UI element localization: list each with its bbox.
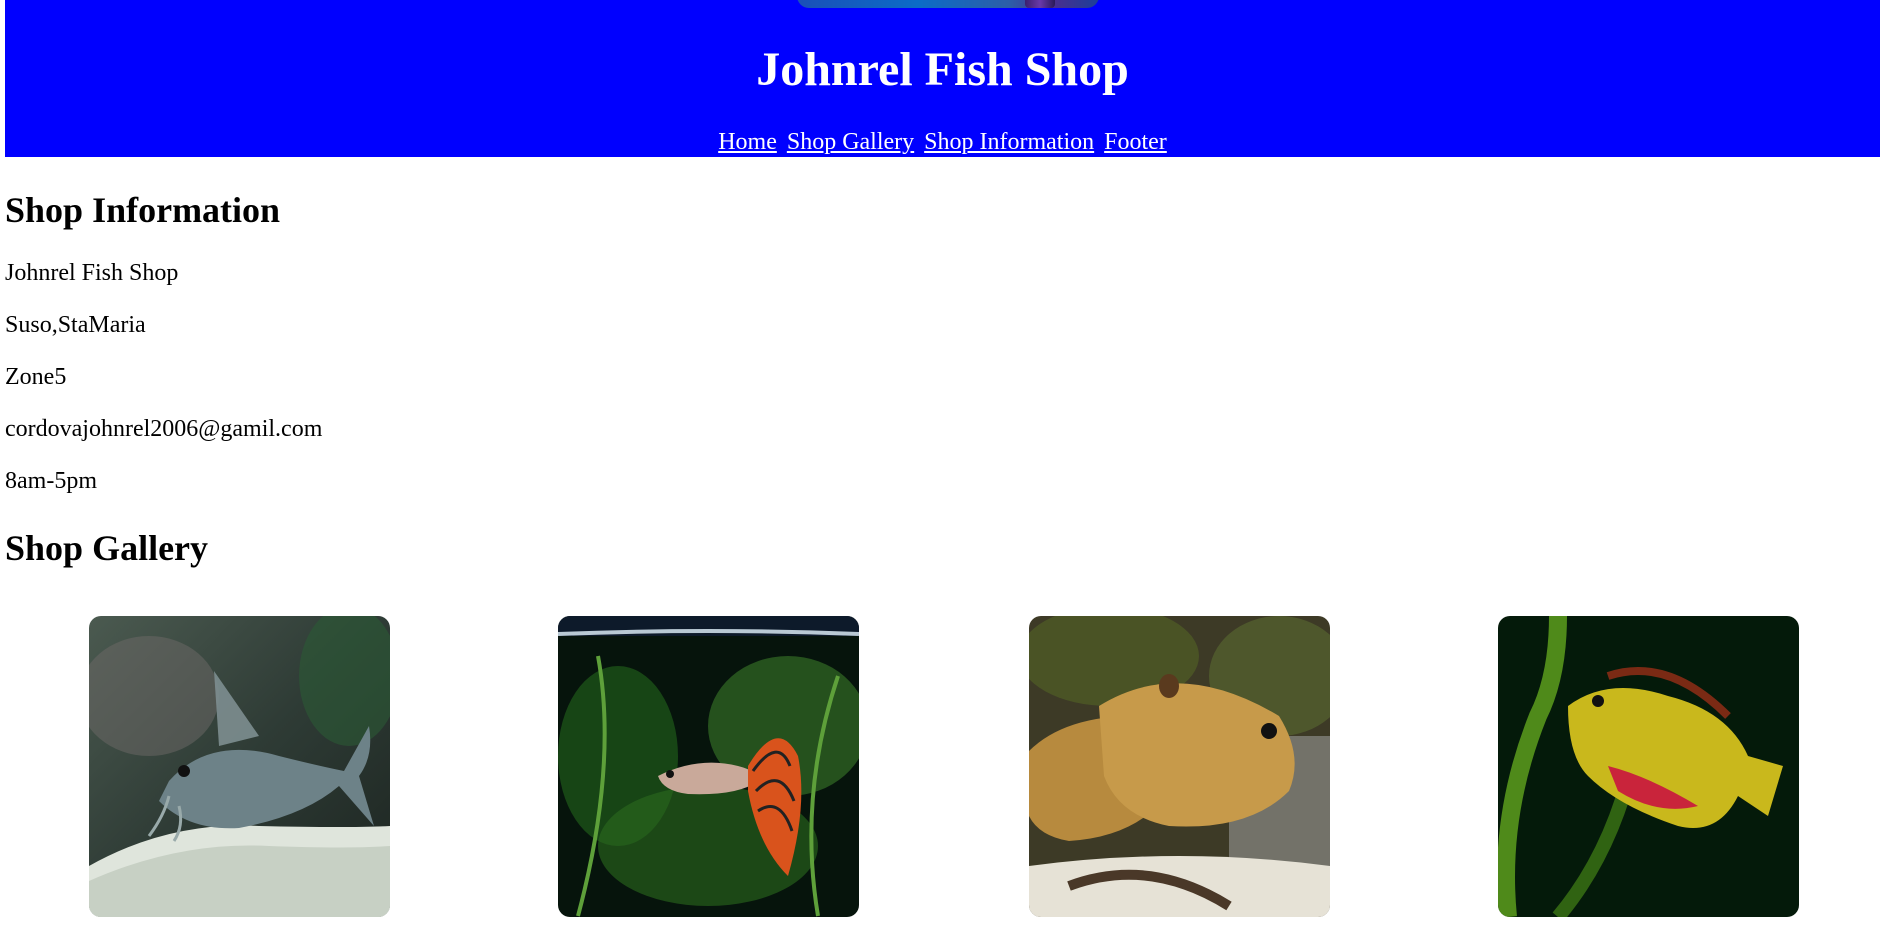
gallery-heading: Shop Gallery bbox=[5, 528, 209, 568]
gallery-image-cichlid bbox=[1029, 616, 1330, 917]
shop-email: cordovajohnrel2006@gamil.com bbox=[5, 416, 323, 442]
shop-name: Johnrel Fish Shop bbox=[5, 260, 179, 286]
shop-address: Suso,StaMaria bbox=[5, 312, 146, 338]
main-nav: Home Shop Gallery Shop Information Foote… bbox=[5, 128, 1880, 156]
shop-zone: Zone5 bbox=[5, 364, 67, 390]
banner-image bbox=[797, 0, 1099, 8]
gallery-image-kribensis bbox=[1498, 616, 1799, 917]
gallery-image-guppy bbox=[558, 616, 859, 917]
site-title: Johnrel Fish Shop bbox=[756, 43, 1129, 96]
nav-link-footer[interactable]: Footer bbox=[1104, 129, 1167, 155]
gallery-image-catfish bbox=[89, 616, 390, 917]
shop-hours: 8am-5pm bbox=[5, 468, 97, 494]
site-header: Johnrel Fish Shop Home Shop Gallery Shop… bbox=[5, 0, 1880, 157]
shop-info-heading: Shop Information bbox=[5, 190, 281, 230]
nav-link-home[interactable]: Home bbox=[718, 129, 777, 155]
nav-link-shop-gallery[interactable]: Shop Gallery bbox=[787, 129, 914, 155]
banner-image-detail bbox=[1025, 0, 1055, 8]
nav-link-shop-information[interactable]: Shop Information bbox=[924, 129, 1094, 155]
